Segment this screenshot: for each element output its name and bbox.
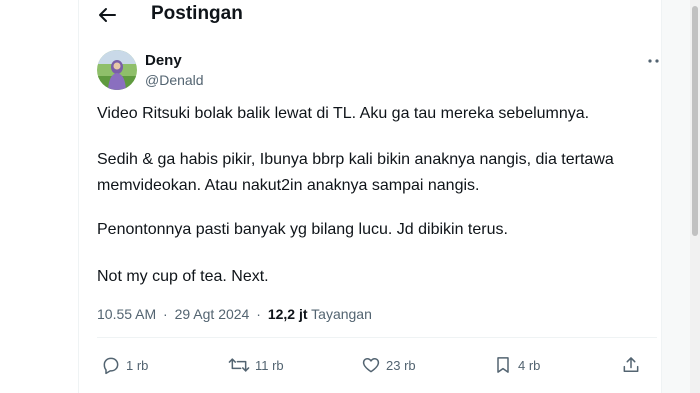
views-count: 12,2 jt bbox=[267, 306, 308, 322]
repost-button[interactable]: 11 rb bbox=[228, 352, 284, 378]
bookmark-count: 4 rb bbox=[518, 357, 541, 373]
page-title: Postingan bbox=[151, 3, 243, 24]
tweet-paragraph: Penontonnya pasti banyak yg bilang lucu.… bbox=[97, 221, 508, 238]
like-icon bbox=[362, 358, 380, 373]
author-handle[interactable]: @Denald bbox=[145, 72, 204, 88]
tweet-paragraph: Sedih & ga habis pikir, Ibunya bbrp kali… bbox=[97, 151, 614, 168]
meta-separator: · bbox=[163, 306, 168, 322]
tweet-meta: 10.55 AM · 29 Agt 2024 · 12,2 jt Tayanga… bbox=[97, 306, 372, 322]
tweet-date[interactable]: 29 Agt 2024 bbox=[175, 306, 250, 322]
tweet-paragraph: Video Ritsuki bolak balik lewat di TL. A… bbox=[97, 105, 590, 122]
like-button[interactable]: 23 rb bbox=[361, 352, 416, 378]
share-icon bbox=[623, 357, 639, 372]
share-button[interactable] bbox=[621, 352, 641, 378]
post-column: Postingan Deny @Denald Video Ritsuki bol… bbox=[78, 0, 666, 393]
reply-button[interactable]: 1 rb bbox=[101, 352, 148, 378]
views-label: Tayangan bbox=[311, 306, 372, 322]
bookmark-icon bbox=[497, 357, 509, 373]
bookmark-button[interactable]: 4 rb bbox=[493, 352, 540, 378]
tweet-time[interactable]: 10.55 AM bbox=[97, 306, 156, 322]
avatar[interactable] bbox=[97, 50, 137, 90]
repost-icon bbox=[228, 358, 250, 372]
left-gutter bbox=[0, 0, 78, 393]
reply-icon bbox=[103, 357, 119, 375]
divider bbox=[97, 337, 657, 338]
tweet-paragraph: memvideokan. Atau nakut2in anaknya sampa… bbox=[97, 177, 480, 194]
tweet-paragraph: Not my cup of tea. Next. bbox=[97, 268, 269, 285]
reply-count: 1 rb bbox=[126, 357, 149, 373]
scrollbar-thumb[interactable] bbox=[692, 6, 698, 236]
back-button[interactable] bbox=[93, 2, 121, 28]
repost-count: 11 rb bbox=[255, 357, 284, 373]
tweet-actions: 1 rb 11 rb 23 rb 4 rb bbox=[97, 352, 657, 378]
meta-separator: · bbox=[256, 306, 261, 322]
like-count: 23 rb bbox=[386, 357, 416, 373]
page-header: Postingan bbox=[79, 0, 663, 32]
author-name[interactable]: Deny bbox=[145, 52, 182, 69]
tweet-author: Deny @Denald bbox=[97, 50, 666, 92]
back-arrow-icon bbox=[99, 8, 116, 22]
